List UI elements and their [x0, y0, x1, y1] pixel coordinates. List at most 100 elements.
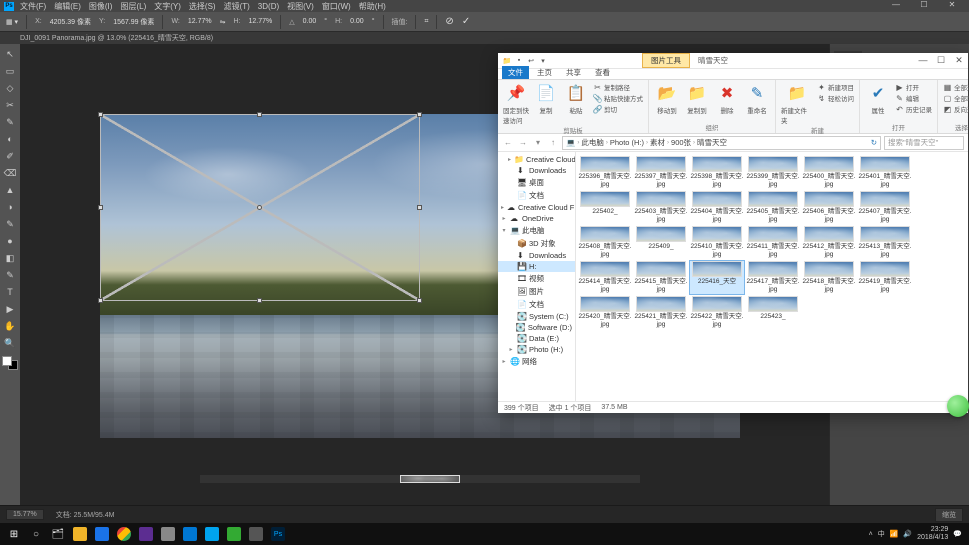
nav-item[interactable]: ▸☁Creative Cloud F: [498, 202, 575, 213]
nav-recent-icon[interactable]: ▾: [532, 137, 544, 149]
picture-tools-tab[interactable]: 图片工具: [642, 53, 690, 68]
copy-button[interactable]: 📄 复制: [533, 82, 559, 115]
qat-save-icon[interactable]: ▪: [514, 56, 524, 66]
transform-handle-bc[interactable]: [257, 298, 262, 303]
transform-handle-tr[interactable]: [417, 112, 422, 117]
open-button[interactable]: ▶打开: [895, 82, 932, 92]
file-item[interactable]: 225413_晴雪天空.jpg: [858, 226, 912, 259]
nav-item[interactable]: ▸💽Photo (H:): [498, 344, 575, 355]
menu-window[interactable]: 窗口(W): [322, 1, 351, 12]
menu-type[interactable]: 文字(Y): [154, 1, 181, 12]
file-item[interactable]: 225417_晴雪天空.jpg: [746, 261, 800, 294]
copy-path-button[interactable]: ✂复制路径: [593, 82, 643, 92]
easy-access-button[interactable]: ↯轻松访问: [817, 93, 854, 103]
nav-item[interactable]: 💾H:: [498, 261, 575, 272]
brush-tool-icon[interactable]: ✐: [2, 148, 18, 164]
cancel-transform-icon[interactable]: ⊘: [445, 16, 453, 27]
edit-button[interactable]: ✎编辑: [895, 93, 932, 103]
clock[interactable]: 23:29 2018/4/13: [917, 526, 948, 542]
nav-item[interactable]: 💽System (C:): [498, 311, 575, 322]
ps-maximize-icon[interactable]: ☐: [917, 0, 931, 9]
warp-icon[interactable]: ⌗: [424, 18, 428, 26]
ps-document-tab[interactable]: DJI_0091 Panorama.jpg @ 13.0% (225416_晴雪…: [0, 32, 969, 44]
utility-task-icon[interactable]: [223, 525, 245, 543]
file-item[interactable]: 225403_晴雪天空.jpg: [634, 191, 688, 224]
move-tool-icon[interactable]: ↖: [2, 46, 18, 62]
thumbnail-label[interactable]: 缩览: [935, 508, 963, 522]
transform-handle-tl[interactable]: [98, 112, 103, 117]
transform-handle-ml[interactable]: [98, 205, 103, 210]
nav-item[interactable]: ▸📁Creative Cloud F: [498, 154, 575, 165]
crop-tool-icon[interactable]: ▦ ▾: [6, 18, 18, 26]
history-brush-icon[interactable]: ▲: [2, 182, 18, 198]
expand-icon[interactable]: ▸: [508, 156, 511, 163]
file-item[interactable]: 225416_天空: [690, 261, 744, 294]
file-item[interactable]: 225423_: [746, 296, 800, 329]
files-pane[interactable]: 225396_晴雪天空.jpg225397_晴雪天空.jpg225398_晴雪天…: [576, 152, 968, 401]
explorer-close-icon[interactable]: ✕: [950, 55, 968, 66]
marquee-tool-icon[interactable]: ▭: [2, 63, 18, 79]
blur-tool-icon[interactable]: ●: [2, 233, 18, 249]
network-icon[interactable]: 📶: [890, 530, 899, 538]
dodge-tool-icon[interactable]: ◧: [2, 250, 18, 266]
expand-icon[interactable]: ▸: [501, 215, 507, 222]
nav-item[interactable]: ⬇Downloads: [498, 165, 575, 176]
file-item[interactable]: 225401_晴雪天空.jpg: [858, 156, 912, 189]
explorer-minimize-icon[interactable]: —: [914, 55, 932, 66]
nav-item[interactable]: ⬇Downloads: [498, 250, 575, 261]
edge-task-icon[interactable]: [91, 525, 113, 543]
move-to-button[interactable]: 📂移动到: [654, 82, 680, 115]
opt-h-value[interactable]: 12.77%: [249, 18, 273, 25]
stamp-tool-icon[interactable]: ⌫: [2, 165, 18, 181]
history-button[interactable]: ↶历史记录: [895, 104, 932, 114]
file-item[interactable]: 225406_晴雪天空.jpg: [802, 191, 856, 224]
opt-angle-value[interactable]: 0.00: [303, 18, 317, 25]
paste-button[interactable]: 📋 粘贴: [563, 82, 589, 115]
menu-edit[interactable]: 编辑(E): [54, 1, 81, 12]
expand-icon[interactable]: ▸: [501, 358, 507, 365]
commit-transform-icon[interactable]: ✓: [462, 16, 470, 27]
transform-handle-tc[interactable]: [257, 112, 262, 117]
file-item[interactable]: 225410_晴雪天空.jpg: [690, 226, 744, 259]
camera-task-icon[interactable]: [245, 525, 267, 543]
qat-dropdown-icon[interactable]: ▾: [538, 56, 548, 66]
nav-back-icon[interactable]: ←: [502, 137, 514, 149]
file-item[interactable]: 225418_晴雪天空.jpg: [802, 261, 856, 294]
file-item[interactable]: 225400_晴雪天空.jpg: [802, 156, 856, 189]
hand-tool-icon[interactable]: ✋: [2, 318, 18, 334]
file-item[interactable]: 225420_晴雪天空.jpg: [578, 296, 632, 329]
file-item[interactable]: 225398_晴雪天空.jpg: [690, 156, 744, 189]
tray-overflow-icon[interactable]: ˄: [869, 531, 873, 538]
file-explorer-window[interactable]: 📁 ▪ ↩ ▾ 图片工具 晴雪天空 — ☐ ✕ 文件 主页 共享 查看 📌 固定…: [498, 53, 968, 413]
menu-select[interactable]: 选择(S): [189, 1, 216, 12]
opt-y-value[interactable]: 1567.99 像素: [113, 17, 154, 27]
menu-view[interactable]: 视图(V): [287, 1, 314, 12]
color-swatch[interactable]: [2, 356, 18, 370]
nav-item[interactable]: 📦3D 对象: [498, 237, 575, 250]
file-item[interactable]: 225421_晴雪天空.jpg: [634, 296, 688, 329]
file-item[interactable]: 225415_晴雪天空.jpg: [634, 261, 688, 294]
properties-button[interactable]: ✔属性: [865, 82, 891, 115]
select-all-button[interactable]: ▦全部选择: [943, 82, 969, 92]
action-center-icon[interactable]: 💬: [953, 530, 962, 538]
pen-tool-icon[interactable]: ✎: [2, 267, 18, 283]
task-view-icon[interactable]: 🗂: [47, 525, 69, 543]
explorer-maximize-icon[interactable]: ☐: [932, 55, 950, 66]
mail-task-icon[interactable]: [179, 525, 201, 543]
taskbar[interactable]: ⊞ ○ 🗂 Ps ˄ 中 📶 🔊 23:29 2018/4/13 💬: [0, 523, 969, 545]
eraser-tool-icon[interactable]: ◑: [2, 199, 18, 215]
qat-undo-icon[interactable]: ↩: [526, 56, 536, 66]
zoom-level[interactable]: 15.77%: [6, 509, 44, 520]
ps-close-icon[interactable]: ✕: [945, 0, 959, 9]
start-button[interactable]: ⊞: [3, 525, 25, 543]
chrome-task-icon[interactable]: [113, 525, 135, 543]
file-item[interactable]: 225399_晴雪天空.jpg: [746, 156, 800, 189]
transform-center-icon[interactable]: [257, 205, 262, 210]
app2-task-icon[interactable]: [157, 525, 179, 543]
nav-item[interactable]: 🖥桌面: [498, 176, 575, 189]
file-item[interactable]: 225402_: [578, 191, 632, 224]
file-item[interactable]: 225396_晴雪天空.jpg: [578, 156, 632, 189]
menu-layer[interactable]: 图层(L): [120, 1, 146, 12]
menu-image[interactable]: 图像(I): [89, 1, 113, 12]
menu-help[interactable]: 帮助(H): [359, 1, 386, 12]
